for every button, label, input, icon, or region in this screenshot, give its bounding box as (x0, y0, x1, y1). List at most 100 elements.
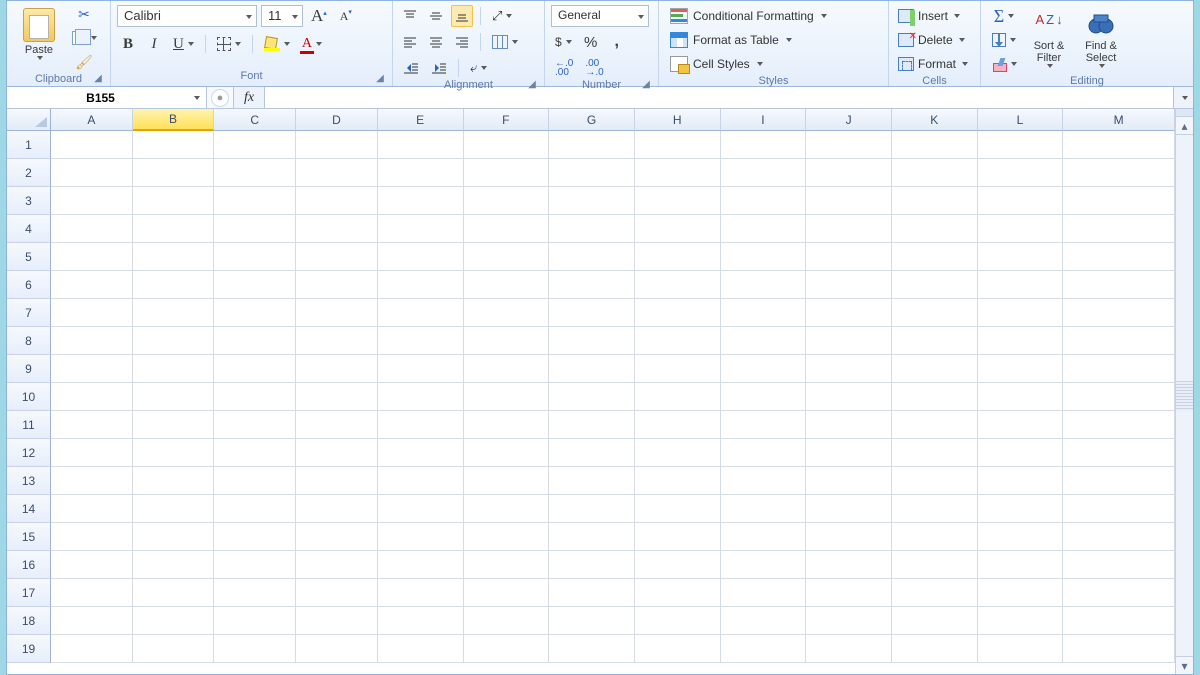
cell[interactable] (892, 411, 978, 439)
scroll-track[interactable] (1176, 411, 1193, 657)
cell[interactable] (549, 299, 635, 327)
name-box-input[interactable] (7, 87, 206, 108)
borders-button[interactable] (213, 33, 245, 55)
clear-button[interactable] (987, 53, 1021, 75)
cell[interactable] (296, 187, 378, 215)
cell[interactable] (721, 607, 807, 635)
cell[interactable] (133, 383, 215, 411)
column-header[interactable]: B (133, 109, 215, 131)
cell[interactable] (296, 411, 378, 439)
cell[interactable] (806, 215, 892, 243)
cell[interactable] (51, 635, 133, 663)
cell[interactable] (978, 271, 1064, 299)
cell[interactable] (721, 215, 807, 243)
cell[interactable] (133, 187, 215, 215)
conditional-formatting-button[interactable]: Conditional Formatting (665, 5, 832, 27)
cell[interactable] (133, 355, 215, 383)
cell[interactable] (214, 383, 296, 411)
cell[interactable] (806, 579, 892, 607)
cell[interactable] (806, 411, 892, 439)
cell[interactable] (378, 159, 464, 187)
cell[interactable] (635, 439, 721, 467)
cell[interactable] (1063, 383, 1175, 411)
cell[interactable] (806, 159, 892, 187)
cell[interactable] (892, 579, 978, 607)
cell[interactable] (635, 159, 721, 187)
cell[interactable] (549, 383, 635, 411)
split-handle[interactable] (1176, 109, 1193, 117)
cell[interactable] (1063, 299, 1175, 327)
cell[interactable] (51, 327, 133, 355)
cell[interactable] (721, 439, 807, 467)
cell[interactable] (133, 159, 215, 187)
number-format-select[interactable]: General (551, 5, 649, 27)
cell[interactable] (464, 131, 550, 159)
column-header[interactable]: J (806, 109, 892, 131)
cell[interactable] (892, 187, 978, 215)
row-header[interactable]: 3 (7, 187, 51, 215)
cell[interactable] (214, 439, 296, 467)
cell[interactable] (549, 327, 635, 355)
cell[interactable] (464, 579, 550, 607)
cell[interactable] (378, 635, 464, 663)
cell[interactable] (635, 523, 721, 551)
cell[interactable] (378, 551, 464, 579)
cell[interactable] (892, 299, 978, 327)
cell[interactable] (806, 271, 892, 299)
cell[interactable] (721, 523, 807, 551)
cell[interactable] (978, 411, 1064, 439)
cell[interactable] (721, 383, 807, 411)
cell[interactable] (296, 299, 378, 327)
cell[interactable] (51, 187, 133, 215)
column-header[interactable]: L (978, 109, 1064, 131)
cell[interactable] (464, 299, 550, 327)
autosum-button[interactable]: Σ (987, 5, 1021, 27)
cell[interactable] (892, 495, 978, 523)
cell[interactable] (214, 495, 296, 523)
cell[interactable] (51, 243, 133, 271)
cell[interactable] (464, 159, 550, 187)
cell[interactable] (214, 579, 296, 607)
accounting-button[interactable]: $ (551, 31, 576, 53)
cell[interactable] (1063, 635, 1175, 663)
format-as-table-button[interactable]: Format as Table (665, 29, 797, 51)
cell[interactable] (51, 579, 133, 607)
cell[interactable] (1063, 243, 1175, 271)
cell[interactable] (549, 187, 635, 215)
comma-style-button[interactable]: , (606, 31, 628, 53)
cell[interactable] (978, 299, 1064, 327)
cell[interactable] (296, 439, 378, 467)
cell[interactable] (892, 439, 978, 467)
cell[interactable] (296, 383, 378, 411)
align-middle-button[interactable] (425, 5, 447, 27)
cell[interactable] (296, 551, 378, 579)
cell[interactable] (464, 271, 550, 299)
insert-function-button[interactable]: fx (234, 87, 265, 108)
cell[interactable] (133, 131, 215, 159)
cell[interactable] (635, 299, 721, 327)
cell[interactable] (892, 159, 978, 187)
cell[interactable] (214, 467, 296, 495)
cell[interactable] (806, 551, 892, 579)
cell[interactable] (978, 355, 1064, 383)
cell[interactable] (892, 607, 978, 635)
cell[interactable] (721, 579, 807, 607)
cell[interactable] (806, 495, 892, 523)
cell[interactable] (378, 243, 464, 271)
cell[interactable] (378, 579, 464, 607)
row-header[interactable]: 15 (7, 523, 51, 551)
cell[interactable] (806, 187, 892, 215)
cell[interactable] (214, 551, 296, 579)
align-top-button[interactable] (399, 5, 421, 27)
cell[interactable] (806, 467, 892, 495)
dialog-launcher-icon[interactable]: ◢ (92, 73, 104, 85)
cell[interactable] (296, 215, 378, 243)
cell[interactable] (978, 607, 1064, 635)
cell[interactable] (133, 467, 215, 495)
row-header[interactable]: 11 (7, 411, 51, 439)
delete-button[interactable]: Delete (895, 29, 968, 51)
cell[interactable] (133, 411, 215, 439)
copy-button[interactable] (67, 27, 101, 49)
cell[interactable] (635, 467, 721, 495)
cell[interactable] (549, 159, 635, 187)
